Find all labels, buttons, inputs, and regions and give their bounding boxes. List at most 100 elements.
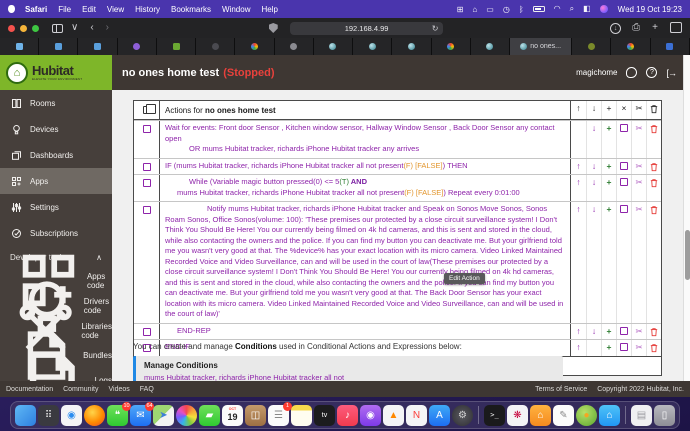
trash-icon[interactable] — [650, 124, 658, 134]
tab-7[interactable] — [235, 38, 275, 55]
cut-icon[interactable]: ✂ — [631, 158, 646, 175]
downloads-icon[interactable]: ↓ — [610, 22, 622, 34]
cut-icon[interactable]: ✂ — [631, 121, 646, 158]
tab-2[interactable] — [39, 38, 79, 55]
cut-icon[interactable]: ✂ — [631, 101, 646, 120]
action-text[interactable]: While (Variable magic button pressed(0) … — [160, 175, 570, 201]
dock-firefox-icon[interactable] — [84, 404, 105, 426]
address-bar[interactable]: 192.168.4.99 ↻ — [289, 21, 444, 35]
forward-button[interactable]: › — [106, 23, 109, 33]
share-icon[interactable]: ⎙ — [632, 23, 640, 33]
tab-active[interactable]: no ones... — [510, 38, 573, 55]
dock-files-icon[interactable]: ▤ — [631, 404, 652, 426]
move-up-icon[interactable] — [571, 121, 586, 158]
dock-messages-icon[interactable]: ❝ 10 — [107, 401, 131, 426]
sidebar-item-subscriptions[interactable]: Subscriptions — [0, 220, 112, 246]
dock-raspberry-pi-icon[interactable]: ❋ — [507, 404, 528, 426]
tab-11[interactable] — [392, 38, 432, 55]
delete-action-cell[interactable] — [646, 158, 661, 175]
home-icon[interactable]: ⌂ — [472, 5, 477, 14]
select-checkbox[interactable] — [616, 175, 631, 202]
tab-3[interactable] — [78, 38, 118, 55]
action-row-3[interactable]: While (Variable magic button pressed(0) … — [134, 174, 661, 202]
help-icon[interactable]: ? — [646, 67, 658, 78]
menu-safari[interactable]: Safari — [25, 5, 47, 14]
dock-reminders-icon[interactable]: ☰ 1 — [268, 401, 292, 426]
select-checkbox[interactable] — [616, 202, 631, 323]
manage-conditions-section[interactable]: Manage Conditions mums Hubitat tracker, … — [133, 356, 563, 381]
footer-terms-link[interactable]: Terms of Service — [535, 386, 587, 393]
dock-calendar-icon[interactable]: OCT 19 — [222, 404, 243, 426]
copy-icon[interactable] — [142, 104, 156, 114]
tab-17[interactable] — [650, 38, 690, 55]
tab-1[interactable] — [0, 38, 40, 55]
sidebar-item-devices[interactable]: Devices — [0, 116, 112, 142]
insert-action-icon[interactable]: + — [601, 202, 616, 323]
dock-contacts-icon[interactable]: ◫ — [245, 404, 266, 426]
cut-icon[interactable]: ✂ — [631, 340, 646, 356]
dock-app-store-icon[interactable]: A — [429, 404, 450, 426]
dock-music-icon[interactable]: ♪ — [337, 404, 358, 426]
footer-link-faq[interactable]: FAQ — [140, 386, 154, 393]
row-checkbox-cell[interactable] — [134, 175, 160, 202]
dock-vlc-icon[interactable]: ▲ — [383, 404, 404, 426]
select-checkbox[interactable] — [616, 323, 631, 340]
row-checkbox[interactable] — [142, 327, 151, 336]
sidebar-chevron-icon[interactable]: ∨ — [71, 23, 78, 33]
wifi-icon[interactable]: ◠ — [554, 5, 561, 13]
trash-icon[interactable] — [650, 162, 658, 172]
tab-6[interactable] — [196, 38, 236, 55]
row-checkbox[interactable] — [142, 125, 151, 134]
dock-podcasts-icon[interactable]: ◉ — [360, 404, 381, 426]
display-icon[interactable]: ▭ — [486, 5, 494, 14]
dock-launchpad-icon[interactable]: ⠿ — [38, 404, 59, 426]
reload-icon[interactable]: ↻ — [432, 24, 439, 33]
battery-icon[interactable] — [532, 6, 545, 12]
sidebar-item-rooms[interactable]: Rooms — [0, 90, 112, 116]
menu-help[interactable]: Help — [261, 5, 277, 14]
menu-edit[interactable]: Edit — [82, 5, 96, 14]
dock-maps-icon[interactable]: ➤ — [153, 404, 174, 426]
row-checkbox[interactable] — [142, 206, 151, 215]
action-text[interactable]: Wait for events: Front door Sensor , Kit… — [160, 121, 570, 158]
tab-9[interactable] — [313, 38, 354, 55]
chat-icon[interactable] — [626, 67, 638, 78]
trash-icon[interactable] — [650, 327, 658, 337]
scrollbar-thumb[interactable] — [685, 230, 690, 280]
move-down-icon[interactable]: ↓ — [586, 323, 601, 340]
time-machine-icon[interactable]: ◷ — [503, 5, 510, 14]
row-checkbox[interactable] — [142, 179, 151, 188]
dock-notes-icon[interactable] — [291, 404, 312, 426]
action-row-4[interactable]: Notify mums Hubitat tracker, richards iP… — [134, 201, 661, 323]
row-checkbox[interactable] — [142, 162, 151, 171]
move-down-icon[interactable]: ↓ — [586, 101, 601, 120]
insert-action-icon[interactable]: + — [601, 121, 616, 158]
move-down-icon[interactable]: ↓ — [586, 202, 601, 323]
menu-history[interactable]: History — [135, 5, 160, 14]
delete-x-icon[interactable]: × — [616, 101, 631, 120]
action-row-5[interactable]: END-REP ↑ ↓ + ✂ — [134, 322, 661, 340]
minimize-window-button[interactable] — [20, 24, 27, 32]
dock-trash-icon[interactable]: ▯ — [654, 404, 675, 426]
bluetooth-icon[interactable]: ᛒ — [519, 5, 524, 14]
tab-8[interactable] — [274, 38, 314, 55]
dock-safari-icon[interactable]: ◉ — [61, 404, 82, 426]
move-down-icon[interactable]: ↓ — [586, 158, 601, 175]
control-center-icon[interactable]: ◧ — [583, 5, 591, 13]
tab-13[interactable] — [470, 38, 511, 55]
menu-bookmarks[interactable]: Bookmarks — [171, 5, 211, 14]
insert-action-icon[interactable]: + — [601, 340, 616, 356]
sidebar-item-settings[interactable]: Settings — [0, 194, 112, 220]
footer-link-documentation[interactable]: Documentation — [6, 386, 53, 393]
dock-facetime-icon[interactable]: ▰ — [199, 404, 220, 426]
move-down-icon[interactable] — [586, 340, 601, 356]
row-checkbox-cell[interactable] — [134, 158, 160, 175]
action-row-2[interactable]: IF (mums Hubitat tracker, richards iPhon… — [134, 157, 661, 175]
dock-home-assistant-icon[interactable]: ⌂ — [599, 404, 620, 426]
dock-home-icon[interactable]: ⌂ — [530, 404, 551, 426]
search-icon[interactable]: ⌕ — [570, 5, 574, 13]
hubitat-logo[interactable]: ⌂ Hubitat ELEVATE YOUR ENVIRONMENT — [0, 55, 112, 90]
scrollbar-track[interactable] — [683, 55, 690, 381]
manage-conditions-title[interactable]: Manage Conditions — [144, 361, 555, 370]
delete-action-cell[interactable] — [646, 323, 661, 340]
